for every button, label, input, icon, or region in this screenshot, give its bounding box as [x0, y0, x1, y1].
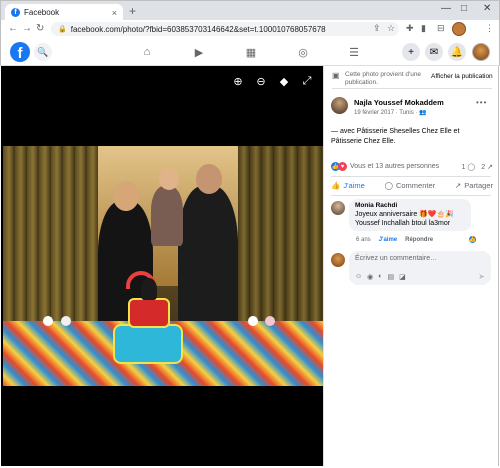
post-actions: 👍 J'aime ◯ Commenter ↗ Partager	[331, 181, 493, 190]
browser-toolbar: ← → ↻ 🔒 facebook.com/photo/?fbid=6038537…	[0, 20, 500, 38]
comment-like-badge-icon: 👍	[468, 235, 477, 244]
composer-tools: ☺ ◉ ◐ ▤ ◪	[355, 273, 406, 281]
extensions-icon[interactable]: ✚	[406, 23, 414, 34]
sticker-icon[interactable]: ◪	[399, 273, 406, 281]
facebook-favicon-icon: f	[11, 8, 20, 17]
send-icon[interactable]: ➤	[478, 272, 485, 281]
comment-button[interactable]: ◯ Commenter	[385, 181, 436, 190]
browser-menu-icon[interactable]: ⋮	[485, 23, 494, 34]
birthday-cake-base	[113, 324, 183, 364]
share-count[interactable]: 2 ↗	[481, 163, 493, 171]
emoji-icon[interactable]: ☺	[355, 273, 362, 281]
notice-text: Cette photo provient d'une publication.	[345, 71, 422, 86]
account-avatar[interactable]	[472, 43, 490, 61]
thumbs-up-icon: 👍	[331, 181, 341, 190]
reload-button[interactable]: ↻	[36, 23, 44, 34]
menu-icon[interactable]: ☰	[346, 44, 362, 60]
tag-icon[interactable]: ◆	[277, 74, 291, 88]
love-reaction-icon: ♥	[338, 162, 347, 171]
post-text: — avec Pâtisserie Sheselles Chez Elle et…	[331, 128, 460, 145]
facebook-header: f 🔍 ⌂ ▶ ▦ ◎ ☰ + ✉ 🔔	[0, 38, 500, 66]
new-tab-button[interactable]: +	[129, 4, 136, 18]
share-page-icon[interactable]: ⇪	[373, 23, 381, 34]
comment-like-button[interactable]: J'aime	[379, 237, 397, 243]
close-window-button[interactable]: ✕	[483, 3, 491, 14]
view-publication-link[interactable]: Afficher la publication	[431, 73, 493, 87]
close-tab-icon[interactable]: ×	[112, 8, 117, 18]
zoom-out-icon[interactable]: ⊖	[254, 74, 268, 88]
tab-title: Facebook	[24, 8, 60, 17]
comment-age[interactable]: 6 ans	[356, 237, 371, 243]
comment-reply-button[interactable]: Répondre	[405, 237, 433, 243]
my-avatar	[331, 253, 345, 267]
comment-bubble: Monia Rachdi Joyeux anniversaire 🎁❤️🎂🎉 Y…	[349, 199, 471, 231]
facebook-logo-icon[interactable]: f	[10, 42, 30, 62]
more-options-icon[interactable]: •••	[476, 98, 487, 107]
reactions-summary[interactable]: 👍 ♥ Vous et 13 autres personnes 1 ◯ 2 ↗	[331, 162, 493, 171]
reactions-text: Vous et 13 autres personnes	[350, 163, 440, 170]
home-icon[interactable]: ⌂	[139, 44, 155, 60]
share-button[interactable]: ↗ Partager	[455, 181, 493, 190]
comment-composer[interactable]: Écrivez un commentaire… ☺ ◉ ◐ ▤ ◪ ➤	[349, 251, 491, 285]
browser-tab-bar: f Facebook × + — □ ✕	[0, 0, 500, 21]
info-icon: ▣	[332, 71, 340, 80]
watch-icon[interactable]: ▶	[191, 44, 207, 60]
cake-pop	[43, 316, 53, 326]
birthday-cake-top	[128, 298, 170, 328]
comment-meta: 6 ans J'aime Répondre	[356, 237, 433, 243]
avatar-sticker-icon[interactable]: ◉	[367, 273, 373, 281]
maximize-window-button[interactable]: □	[461, 3, 467, 14]
browser-tab[interactable]: f Facebook ×	[5, 4, 123, 21]
side-panel-icon[interactable]: ▮	[421, 23, 426, 34]
post-meta: 19 février 2017 · Tunis · 👥	[354, 110, 427, 116]
like-button[interactable]: 👍 J'aime	[331, 181, 365, 190]
minimize-window-button[interactable]: —	[441, 3, 451, 14]
comment-input[interactable]: Écrivez un commentaire…	[355, 255, 485, 262]
forward-button[interactable]: →	[22, 23, 32, 34]
fullscreen-icon[interactable]: ⤢	[300, 74, 314, 88]
commenter-avatar[interactable]	[331, 201, 345, 215]
woman-head	[113, 181, 139, 211]
man-head	[196, 164, 222, 194]
comment-bubble-icon: ◯	[467, 163, 476, 171]
photo-source-notice: ▣ Cette photo provient d'une publication…	[332, 71, 494, 87]
lock-icon: 🔒	[58, 26, 67, 33]
profile-avatar[interactable]	[452, 22, 466, 36]
divider	[331, 195, 491, 196]
cake-pop	[61, 316, 71, 326]
bookmark-star-icon[interactable]: ☆	[387, 23, 395, 34]
url-text: facebook.com/photo/?fbid=603853703146642…	[70, 24, 326, 34]
comment-icon: ◯	[384, 181, 393, 190]
marketplace-icon[interactable]: ▦	[243, 44, 259, 60]
create-button[interactable]: +	[402, 43, 420, 61]
photo-viewer: ⊕ ⊖ ◆ ⤢	[1, 66, 323, 466]
notifications-bell-icon[interactable]: 🔔	[448, 43, 466, 61]
share-icon: ↗	[454, 181, 462, 190]
author-name[interactable]: Najla Youssef Mokaddem	[354, 98, 444, 107]
comment-text: Joyeux anniversaire 🎁❤️🎂🎉 Youssef Inchal…	[355, 211, 455, 227]
family-birthday-photo	[3, 146, 323, 386]
man-figure	[178, 186, 238, 331]
back-button[interactable]: ←	[8, 23, 18, 34]
divider	[332, 88, 492, 89]
messenger-icon[interactable]: ✉	[425, 43, 443, 61]
child-figure	[151, 186, 183, 246]
divider	[331, 176, 491, 177]
counts: 1 ◯ 2 ↗	[462, 163, 493, 171]
groups-icon[interactable]: ◎	[295, 44, 311, 60]
cake-pop	[248, 316, 258, 326]
commenter-name[interactable]: Monia Rachdi	[355, 202, 465, 209]
cake-pop	[265, 316, 275, 326]
address-bar[interactable]: 🔒 facebook.com/photo/?fbid=6038537031466…	[51, 22, 399, 36]
comment-count[interactable]: 1 ◯	[462, 163, 476, 171]
tab-search-icon[interactable]: ⊟	[437, 23, 445, 34]
zoom-in-icon[interactable]: ⊕	[231, 74, 245, 88]
child-head	[159, 168, 179, 190]
author-avatar[interactable]	[331, 97, 348, 114]
gif-icon[interactable]: ▤	[388, 273, 395, 281]
camera-icon[interactable]: ◐	[378, 273, 382, 281]
cake-topper-figure	[141, 278, 157, 300]
share-arrow-icon: ↗	[487, 163, 493, 171]
search-icon[interactable]: 🔍	[34, 43, 52, 61]
